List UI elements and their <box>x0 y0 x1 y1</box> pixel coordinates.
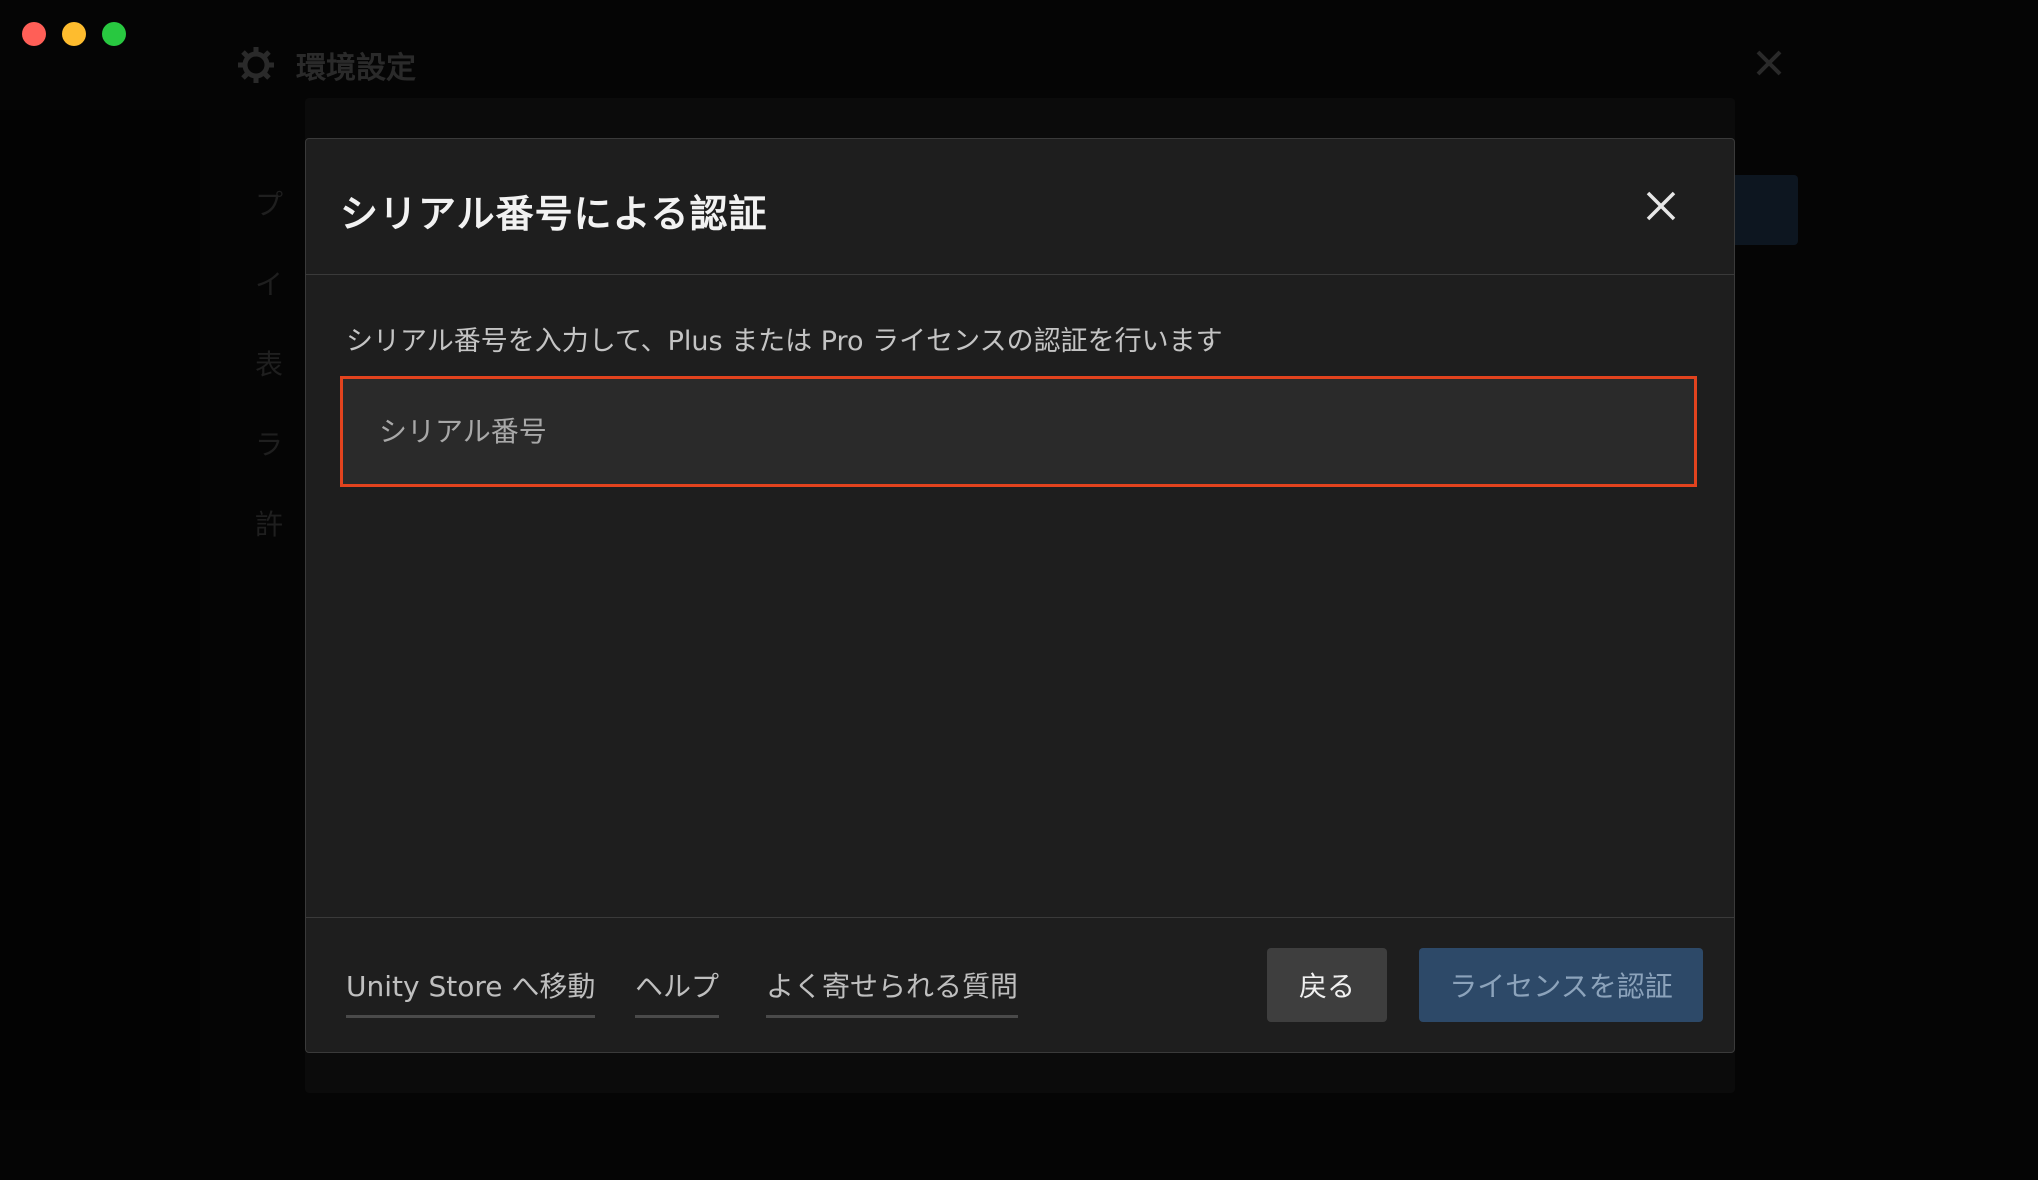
dialog-description: シリアル番号を入力して、Plus または Pro ライセンスの認証を行います <box>346 326 1223 357</box>
background-header: 環境設定 <box>236 40 416 90</box>
background-close-icon <box>1756 50 1782 76</box>
app-window: 環境設定 プ イ 表 ラ 許 シリアル番号による認証 シリアル番号を入力して、P… <box>0 0 2038 1180</box>
back-button[interactable]: 戻る <box>1267 948 1387 1022</box>
dialog-header: シリアル番号による認証 <box>306 139 1734 275</box>
back-button-label: 戻る <box>1298 970 1355 1003</box>
serial-number-input[interactable] <box>340 376 1697 487</box>
background-sidebar-item: イ <box>255 268 284 301</box>
dialog-footer: Unity Store へ移動 ヘルプ よく寄せられる質問 戻る ライセンスを認… <box>306 917 1734 1053</box>
gear-icon <box>238 47 274 83</box>
faq-link[interactable]: よく寄せられる質問 <box>766 965 1019 1018</box>
background-sidebar <box>0 110 200 1110</box>
window-minimize-button[interactable] <box>62 22 86 46</box>
verify-license-button[interactable]: ライセンスを認証 <box>1419 948 1703 1022</box>
window-close-button[interactable] <box>22 22 46 46</box>
close-icon[interactable] <box>1642 187 1680 225</box>
background-sidebar-item: ラ <box>255 428 284 461</box>
dialog-title: シリアル番号による認証 <box>340 192 768 236</box>
serial-auth-dialog: シリアル番号による認証 シリアル番号を入力して、Plus または Pro ライセ… <box>305 138 1735 1053</box>
unity-store-link[interactable]: Unity Store へ移動 <box>346 965 596 1018</box>
window-maximize-button[interactable] <box>102 22 126 46</box>
help-link[interactable]: ヘルプ <box>635 965 720 1018</box>
background-sidebar-item: 許 <box>255 508 284 541</box>
background-sidebar-item: 表 <box>255 348 284 381</box>
verify-license-button-label: ライセンスを認証 <box>1449 970 1673 1003</box>
background-page-title: 環境設定 <box>296 51 416 86</box>
background-sidebar-item: プ <box>255 188 284 221</box>
